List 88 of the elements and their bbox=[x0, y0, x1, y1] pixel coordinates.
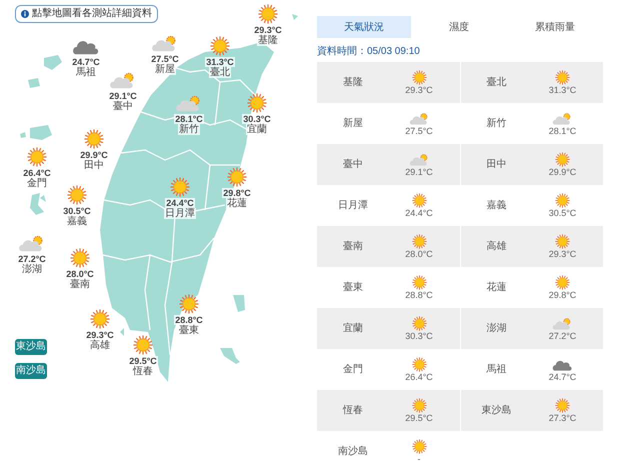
station-name: 南沙島 bbox=[337, 444, 369, 459]
station-name: 新屋 bbox=[342, 116, 364, 131]
temperature: 30.3°C bbox=[242, 114, 272, 124]
temperature: - bbox=[418, 454, 420, 464]
temperature: 29.9°C bbox=[548, 166, 576, 178]
temperature: 29.3°C bbox=[548, 248, 576, 260]
temperature: 29.9°C bbox=[79, 150, 109, 160]
temperature: 30.5°C bbox=[548, 208, 576, 218]
temperature: 29.3°C bbox=[405, 84, 433, 96]
station-name[interactable]: 恆春 bbox=[132, 366, 154, 377]
temperature: 28.0°C bbox=[65, 269, 95, 279]
tab[interactable]: 天氣狀況 bbox=[317, 16, 411, 38]
station-name[interactable]: 新屋 bbox=[154, 64, 176, 75]
station-name: 馬祖 bbox=[486, 362, 508, 377]
station-name[interactable]: 新竹 bbox=[178, 124, 200, 135]
station-name: 東沙島 bbox=[480, 404, 512, 418]
station-name: 臺南 bbox=[342, 240, 364, 254]
station-name[interactable]: 金門 bbox=[26, 178, 48, 189]
temperature: 24.7°C bbox=[71, 57, 101, 67]
temperature: 29.1°C bbox=[405, 166, 433, 178]
temperature: 30.5°C bbox=[62, 206, 92, 216]
temperature: 30.3°C bbox=[405, 330, 433, 342]
station-name[interactable]: 臺南 bbox=[69, 279, 91, 290]
station-name: 新竹 bbox=[486, 116, 508, 131]
temperature: 24.4°C bbox=[405, 208, 433, 218]
station-cell[interactable]: 恆春 29.5°C bbox=[317, 390, 460, 431]
temperature: 27.5°C bbox=[405, 126, 433, 136]
temperature: 26.4°C bbox=[22, 168, 52, 178]
station-name: 田中 bbox=[486, 158, 508, 172]
temperature: 29.3°C bbox=[253, 25, 283, 35]
temperature: 28.1°C bbox=[174, 114, 204, 124]
station-name[interactable]: 日月潭 bbox=[164, 208, 196, 219]
info-icon bbox=[21, 10, 29, 18]
station-name[interactable]: 臺東 bbox=[178, 325, 200, 336]
station-name: 澎湖 bbox=[486, 322, 508, 336]
station-cell[interactable]: 臺北 31.3°C bbox=[460, 62, 603, 103]
temperature: 24.4°C bbox=[165, 198, 195, 208]
temperature: 26.4°C bbox=[405, 372, 433, 382]
station-name[interactable]: 澎湖 bbox=[21, 264, 43, 275]
station-name: 日月潭 bbox=[337, 199, 369, 213]
station-cell[interactable]: 宜蘭 30.3°C bbox=[317, 308, 460, 349]
station-name: 臺東 bbox=[342, 280, 364, 295]
temperature: 31.3°C bbox=[548, 84, 576, 96]
station-name: 基隆 bbox=[342, 76, 364, 90]
hint-text: 點擊地圖看各測站詳細資料 bbox=[32, 9, 152, 19]
temperature: 27.2°C bbox=[548, 330, 576, 342]
station-name[interactable]: 宜蘭 bbox=[246, 124, 268, 135]
temperature: 28.8°C bbox=[174, 315, 204, 325]
station-name[interactable]: 花蓮 bbox=[226, 198, 248, 209]
station-cell[interactable]: 高雄 29.3°C bbox=[460, 226, 603, 267]
temperature: 28.8°C bbox=[405, 290, 433, 300]
station-name: 臺中 bbox=[342, 158, 364, 172]
station-name[interactable]: 田中 bbox=[83, 160, 105, 171]
temperature: 29.5°C bbox=[128, 356, 158, 366]
temperature: 29.5°C bbox=[405, 412, 433, 424]
station-name[interactable]: 臺中 bbox=[112, 101, 134, 112]
temperature: 29.8°C bbox=[548, 290, 576, 300]
temperature: 29.3°C bbox=[85, 330, 115, 340]
station-name: 宜蘭 bbox=[342, 322, 364, 336]
station-cell[interactable]: 臺南 28.0°C bbox=[317, 226, 460, 267]
temperature: 27.3°C bbox=[548, 412, 576, 424]
island-button[interactable]: 東沙島 bbox=[15, 339, 47, 355]
station-name: 高雄 bbox=[486, 240, 508, 254]
station-name[interactable]: 基隆 bbox=[257, 35, 279, 46]
station-name[interactable]: 臺北 bbox=[209, 67, 231, 78]
temperature: 28.0°C bbox=[405, 248, 433, 260]
station-cell[interactable]: 澎湖 27.2°C bbox=[460, 308, 603, 349]
station-name: 臺北 bbox=[486, 76, 508, 90]
temperature: 29.1°C bbox=[108, 91, 138, 101]
station-cell[interactable]: 田中 29.9°C bbox=[460, 144, 603, 185]
temperature: 27.5°C bbox=[150, 54, 180, 64]
station-name: 嘉義 bbox=[486, 198, 508, 213]
station-name: 花蓮 bbox=[486, 280, 508, 295]
station-name[interactable]: 馬祖 bbox=[75, 67, 97, 78]
station-name[interactable]: 嘉義 bbox=[66, 216, 88, 227]
station-name: 恆春 bbox=[342, 404, 364, 418]
temperature: 28.1°C bbox=[548, 126, 576, 136]
temperature: 27.2°C bbox=[17, 254, 47, 264]
temperature: 31.3°C bbox=[205, 57, 235, 67]
temperature: 24.7°C bbox=[548, 372, 576, 382]
station-name: 金門 bbox=[342, 363, 364, 377]
station-cell[interactable]: 臺中 29.1°C bbox=[317, 144, 460, 185]
data-time: 資料時間：05/03 09:10 bbox=[317, 46, 421, 58]
station-cell[interactable]: 東沙島 27.3°C bbox=[460, 390, 603, 431]
station-cell[interactable]: 基隆 29.3°C bbox=[317, 62, 460, 103]
station-name[interactable]: 高雄 bbox=[89, 340, 111, 351]
temperature: 29.8°C bbox=[222, 188, 252, 198]
island-button[interactable]: 南沙島 bbox=[15, 363, 47, 379]
